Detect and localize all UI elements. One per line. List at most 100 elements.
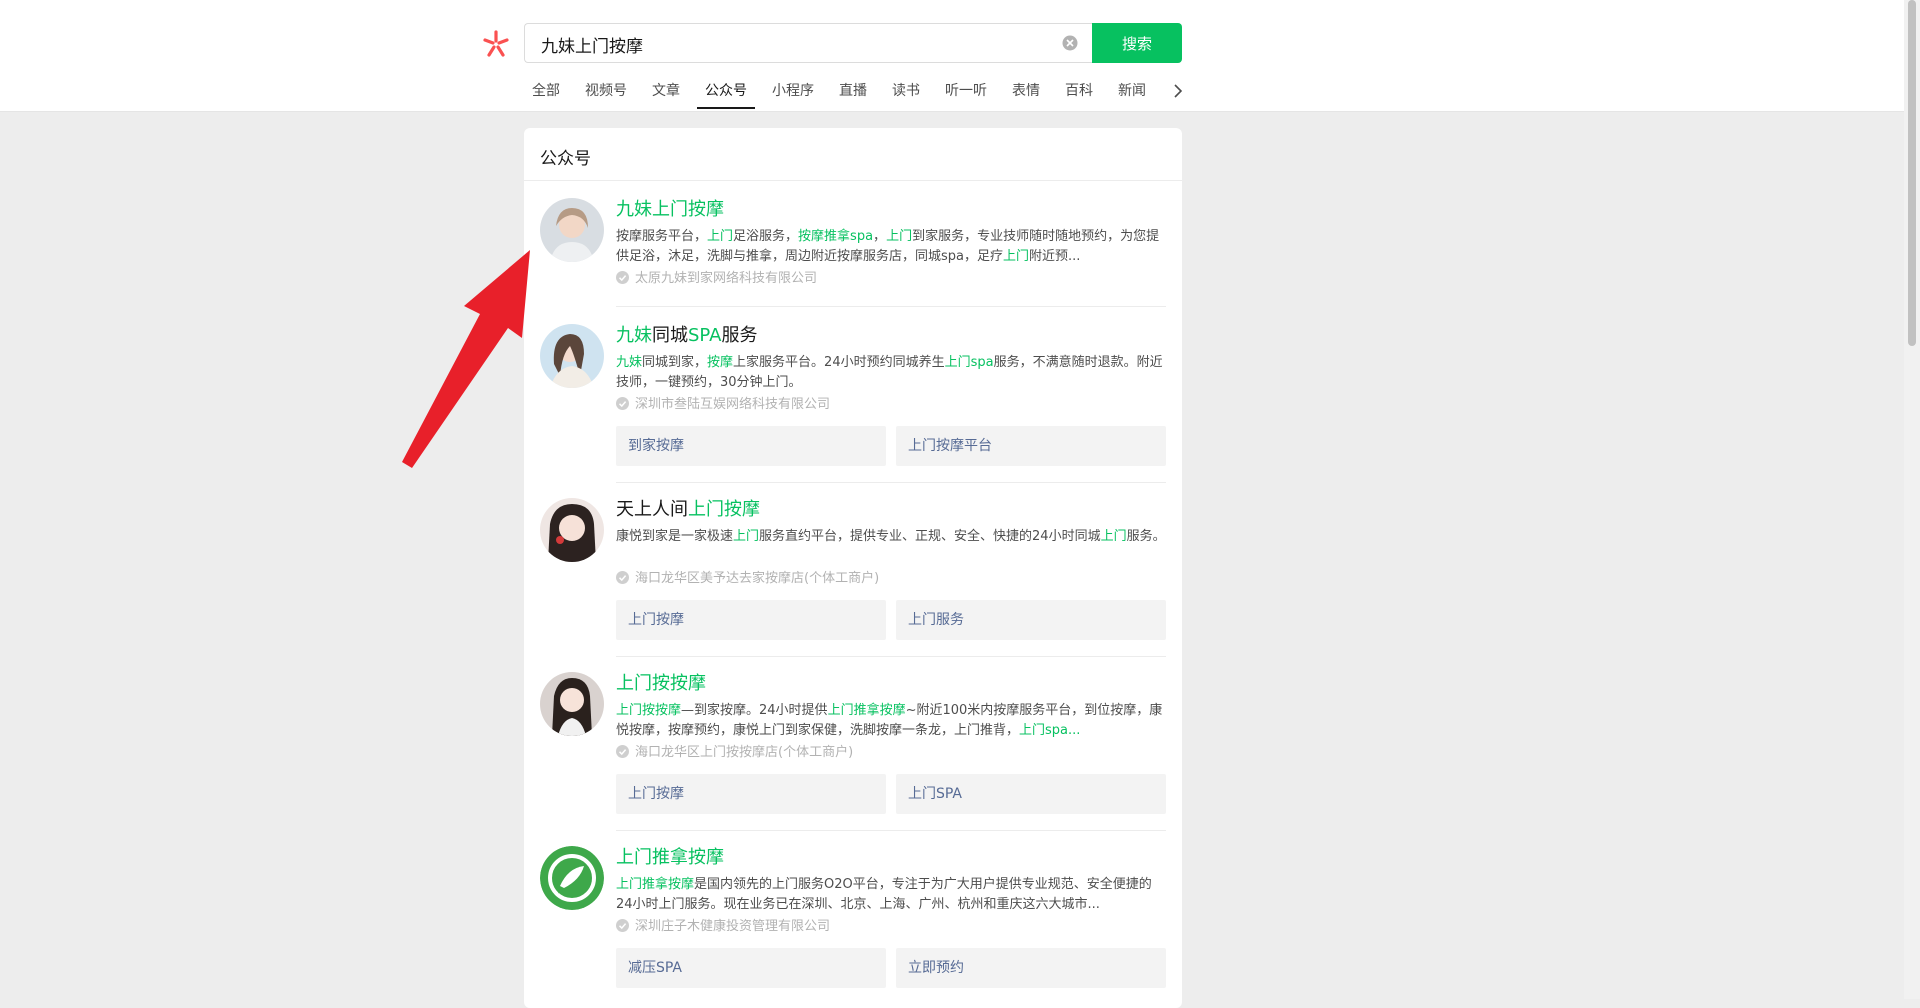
- desc-highlight: 上门spa: [944, 355, 994, 370]
- desc-text: 康悦到家是一家极速: [616, 529, 734, 544]
- result-description: 按摩服务平台，上门足浴服务，按摩推拿spa，上门到家服务，专业技师随时随地预约，…: [616, 227, 1166, 267]
- service-link-chip[interactable]: 减压SPA: [616, 948, 886, 988]
- service-link-chip[interactable]: 上门按摩: [616, 774, 886, 814]
- desc-highlight: 上门: [1003, 249, 1030, 264]
- tab-all[interactable]: 全部: [524, 76, 568, 109]
- verified-check-icon: [616, 397, 629, 410]
- service-links: 到家按摩 上门按摩平台: [616, 426, 1166, 466]
- tab-official-accounts[interactable]: 公众号: [697, 76, 755, 109]
- desc-text: 足浴服务，: [733, 229, 799, 244]
- title-highlight: 九妹上门按摩: [616, 199, 724, 220]
- service-link-chip[interactable]: 上门服务: [896, 600, 1166, 640]
- tab-stickers[interactable]: 表情: [1004, 76, 1048, 109]
- result-title[interactable]: 上门推拿按摩: [616, 846, 1166, 870]
- owner-name: 深圳庄子木健康投资管理有限公司: [635, 919, 831, 934]
- search-input[interactable]: [539, 24, 1043, 64]
- owner-name: 海口龙华区美予达去家按摩店(个体工商户): [635, 571, 880, 586]
- verified-check-icon: [616, 745, 629, 758]
- tab-live[interactable]: 直播: [831, 76, 875, 109]
- search-button[interactable]: 搜索: [1092, 23, 1182, 63]
- owner-line: 海口龙华区上门按按摩店(个体工商户): [616, 744, 1166, 762]
- owner-line: 海口龙华区美予达去家按摩店(个体工商户): [616, 570, 1166, 588]
- desc-text: 是国内领先的上门服务O2O平台，专注于为广大用户提供专业规范、安全便捷的24小时…: [616, 877, 1152, 912]
- tab-articles[interactable]: 文章: [644, 76, 688, 109]
- desc-text: 同城到家，: [642, 355, 708, 370]
- owner-line: 深圳市叁陆互娱网络科技有限公司: [616, 396, 1166, 414]
- clear-input-icon[interactable]: [1062, 35, 1078, 51]
- owner-line: 深圳庄子木健康投资管理有限公司: [616, 918, 1166, 936]
- tab-books[interactable]: 读书: [884, 76, 928, 109]
- tab-channels[interactable]: 视频号: [577, 76, 635, 109]
- desc-highlight: 九妹: [616, 355, 643, 370]
- service-link-chip[interactable]: 上门按摩平台: [896, 426, 1166, 466]
- account-avatar[interactable]: [540, 672, 604, 736]
- desc-highlight: 上门推拿按摩: [827, 703, 906, 718]
- result-description: 上门推拿按摩是国内领先的上门服务O2O平台，专注于为广大用户提供专业规范、安全便…: [616, 875, 1166, 915]
- desc-highlight: 上门spa...: [1019, 723, 1081, 738]
- result-title[interactable]: 九妹上门按摩: [616, 198, 1166, 222]
- desc-highlight: 上门: [1100, 529, 1127, 544]
- desc-text: 上家服务平台。24小时预约同城养生: [733, 355, 945, 370]
- desc-highlight: 上门按按摩: [616, 703, 682, 718]
- result-description: 九妹同城到家，按摩上家服务平台。24小时预约同城养生上门spa服务，不满意随时退…: [616, 353, 1166, 393]
- owner-name: 太原九妹到家网络科技有限公司: [635, 271, 818, 286]
- result-description: 康悦到家是一家极速上门服务直约平台，提供专业、正规、安全、快捷的24小时同城上门…: [616, 527, 1166, 567]
- search-box: [524, 23, 1092, 64]
- result-description: 上门按按摩—到家按摩。24小时提供上门推拿按摩~附近100米内按摩服务平台，到位…: [616, 701, 1166, 741]
- owner-name: 深圳市叁陆互娱网络科技有限公司: [635, 397, 831, 412]
- tab-encyclopedia[interactable]: 百科: [1057, 76, 1101, 109]
- service-links: 上门按摩 上门服务: [616, 600, 1166, 640]
- desc-highlight: 上门: [886, 229, 913, 244]
- desc-text: 服务直约平台，提供专业、正规、安全、快捷的24小时同城: [759, 529, 1101, 544]
- service-links: 上门按摩 上门SPA: [616, 774, 1166, 814]
- result-body: 上门按按摩 上门按按摩—到家按摩。24小时提供上门推拿按摩~附近100米内按摩服…: [616, 672, 1166, 762]
- chevron-right-icon[interactable]: [1171, 80, 1185, 102]
- result-title[interactable]: 九妹同城SPA服务: [616, 324, 1166, 348]
- result-separator: [616, 830, 1166, 831]
- title-highlight: 上门推拿按摩: [616, 847, 724, 868]
- title-text: 同城: [652, 325, 688, 346]
- result-body: 九妹上门按摩 按摩服务平台，上门足浴服务，按摩推拿spa，上门到家服务，专业技师…: [616, 198, 1166, 288]
- account-avatar[interactable]: [540, 498, 604, 562]
- scrollbar-thumb[interactable]: [1908, 0, 1916, 346]
- tab-listen[interactable]: 听一听: [937, 76, 995, 109]
- service-link-chip[interactable]: 到家按摩: [616, 426, 886, 466]
- tab-news[interactable]: 新闻: [1110, 76, 1154, 109]
- owner-line: 太原九妹到家网络科技有限公司: [616, 270, 1166, 288]
- result-separator: [616, 656, 1166, 657]
- service-link-chip[interactable]: 上门SPA: [896, 774, 1166, 814]
- desc-highlight: 按摩: [707, 355, 734, 370]
- filter-tabs: 全部 视频号 文章 公众号 小程序 直播 读书 听一听 表情 百科 新闻: [524, 76, 1184, 111]
- result-title[interactable]: 天上人间上门按摩: [616, 498, 1166, 522]
- tab-mini-programs[interactable]: 小程序: [764, 76, 822, 109]
- account-avatar[interactable]: [540, 846, 604, 910]
- service-link-chip[interactable]: 上门按摩: [616, 600, 886, 640]
- result-title[interactable]: 上门按按摩: [616, 672, 1166, 696]
- title-highlight: 上门按按摩: [616, 673, 706, 694]
- desc-highlight: 上门: [707, 229, 734, 244]
- title-text: 服务: [721, 325, 758, 346]
- divider: [524, 180, 1182, 181]
- verified-check-icon: [616, 571, 629, 584]
- result-body: 天上人间上门按摩 康悦到家是一家极速 上门服务直约平台，提供专业、正规、安全、快捷…: [616, 498, 1166, 588]
- service-link-chip[interactable]: 立即预约: [896, 948, 1166, 988]
- result-separator: [616, 482, 1166, 483]
- account-avatar[interactable]: [540, 324, 604, 388]
- owner-name: 海口龙华区上门按按摩店(个体工商户): [635, 745, 854, 760]
- desc-text: ，: [873, 229, 887, 244]
- title-text: 天上人间: [616, 499, 688, 520]
- title-highlight: 九妹: [616, 325, 652, 346]
- verified-check-icon: [616, 919, 629, 932]
- account-avatar[interactable]: [540, 198, 604, 262]
- result-body: 九妹同城SPA服务 九妹同城到家，按摩上家服务平台。24小时预约同城养生上门sp…: [616, 324, 1166, 414]
- wechat-search-logo-icon[interactable]: [480, 28, 512, 60]
- desc-highlight: 上门推拿按摩: [616, 877, 695, 892]
- service-links: 减压SPA 立即预约: [616, 948, 1166, 988]
- desc-text: 服务。: [1126, 529, 1166, 544]
- desc-highlight: 按摩推拿spa: [798, 229, 874, 244]
- title-highlight: SPA: [688, 325, 722, 346]
- scrollbar[interactable]: [1904, 0, 1920, 999]
- top-bar: 搜索 全部视频号文章公众号小程序直播读书听一听表情百科新闻: [0, 0, 1904, 112]
- section-title: 公众号: [540, 149, 591, 169]
- title-highlight: 上门按摩: [688, 499, 760, 520]
